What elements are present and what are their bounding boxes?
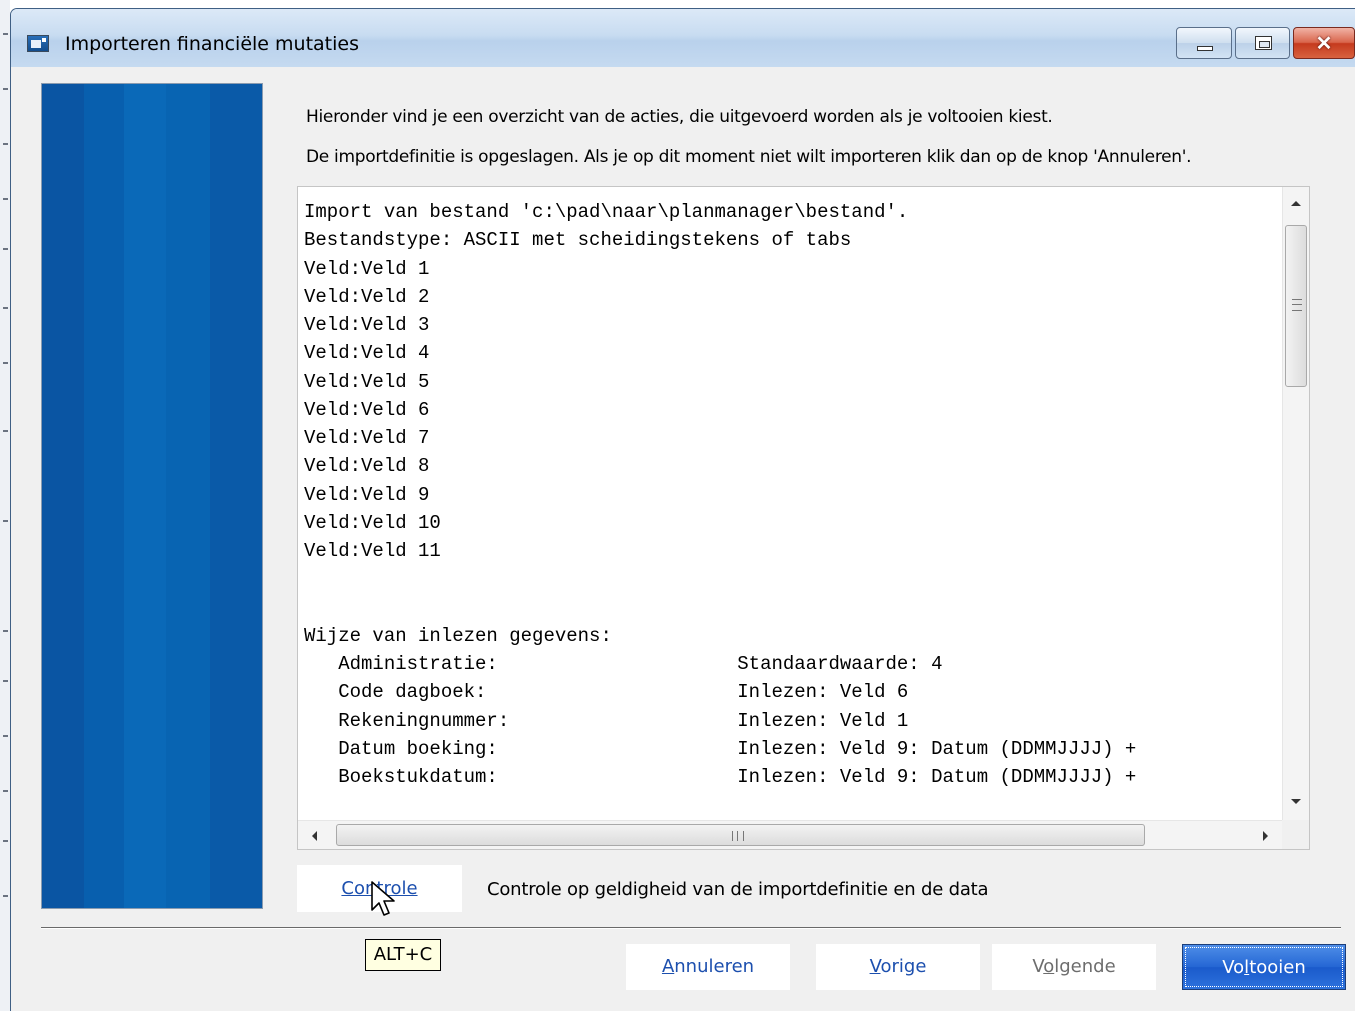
grip-icon xyxy=(732,831,744,841)
background-mark xyxy=(3,735,8,737)
grip-icon xyxy=(1292,299,1302,311)
wizard-side-banner xyxy=(41,83,263,909)
cancel-button[interactable]: Annuleren xyxy=(626,944,790,990)
scroll-right-arrow-icon[interactable] xyxy=(1263,831,1268,841)
minimize-icon xyxy=(1197,46,1213,51)
vertical-scroll-thumb[interactable] xyxy=(1285,225,1307,387)
background-mark xyxy=(3,895,8,897)
mouse-pointer-icon xyxy=(371,881,395,916)
background-mark xyxy=(3,790,8,792)
background-mark xyxy=(3,520,8,522)
action-summary-textbox[interactable]: Import van bestand 'c:\pad\naar\planmana… xyxy=(297,186,1310,850)
background-mark xyxy=(3,33,8,35)
scroll-down-arrow-icon[interactable] xyxy=(1291,799,1301,804)
background-mark xyxy=(3,88,8,90)
check-description: Controle op geldigheid van de importdefi… xyxy=(487,879,989,900)
intro-text-line-1: Hieronder vind je een overzicht van de a… xyxy=(306,107,1053,127)
desktop-background-strip xyxy=(0,0,10,1011)
intro-text-line-2: De importdefinitie is opgeslagen. Als je… xyxy=(306,147,1192,167)
footer-separator xyxy=(41,927,1341,929)
vertical-scrollbar[interactable] xyxy=(1282,187,1309,820)
shortcut-tooltip: ALT+C xyxy=(365,939,441,971)
background-mark xyxy=(3,630,8,632)
scroll-up-arrow-icon[interactable] xyxy=(1291,201,1301,206)
horizontal-scroll-thumb[interactable] xyxy=(336,824,1145,846)
import-wizard-window: Importeren financiële mutaties ✕ Hierond… xyxy=(10,8,1355,1011)
maximize-button[interactable] xyxy=(1235,27,1290,59)
background-mark xyxy=(3,198,8,200)
previous-button[interactable]: Vorige xyxy=(816,944,980,990)
finish-button[interactable]: Voltooien xyxy=(1182,944,1346,990)
maximize-icon xyxy=(1255,36,1272,50)
scrollbar-corner xyxy=(1282,820,1309,849)
scroll-left-arrow-icon[interactable] xyxy=(312,831,317,841)
close-icon: ✕ xyxy=(1315,33,1333,55)
title-bar[interactable]: Importeren financiële mutaties ✕ xyxy=(11,9,1355,67)
background-mark xyxy=(3,307,8,309)
background-mark xyxy=(3,840,8,842)
background-mark xyxy=(3,680,8,682)
action-summary-text: Import van bestand 'c:\pad\naar\planmana… xyxy=(304,201,1137,788)
next-button[interactable]: Volgende xyxy=(992,944,1156,990)
background-mark xyxy=(3,362,8,364)
close-button[interactable]: ✕ xyxy=(1293,27,1355,59)
background-mark xyxy=(3,248,8,250)
background-mark xyxy=(3,143,8,145)
background-mark xyxy=(3,430,8,432)
application-icon[interactable] xyxy=(27,35,49,52)
horizontal-scrollbar[interactable] xyxy=(298,820,1282,849)
window-title: Importeren financiële mutaties xyxy=(65,33,359,55)
minimize-button[interactable] xyxy=(1176,27,1232,59)
